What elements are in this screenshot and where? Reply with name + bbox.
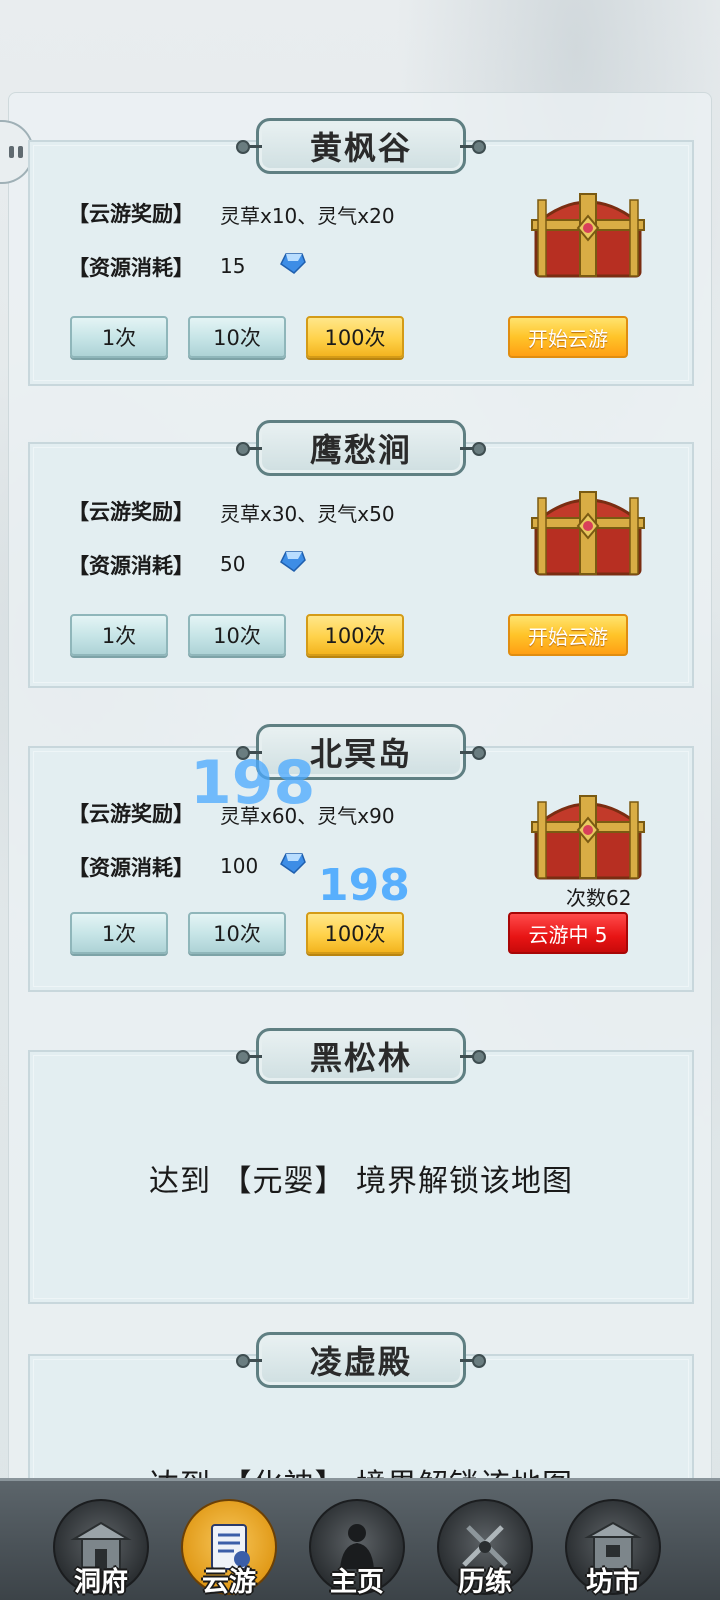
spirit-stone-icon: [280, 253, 306, 274]
start-wander-button[interactable]: 开始云游: [508, 316, 628, 358]
nav-item-fangshi[interactable]: 坊市: [558, 1499, 668, 1600]
nav-item-dongfu[interactable]: 洞府: [46, 1499, 156, 1600]
bottom-navigation: 洞府 云游 主页 历练 坊市: [0, 1478, 720, 1600]
nav-label: 历练: [458, 1567, 512, 1598]
count-1-button[interactable]: 1次: [70, 912, 168, 954]
count-10-button[interactable]: 10次: [188, 614, 286, 656]
cost-label: 【资源消耗】: [68, 256, 194, 280]
nav-label: 坊市: [586, 1567, 640, 1598]
count-100-button[interactable]: 100次: [306, 912, 404, 954]
treasure-chest-icon: [531, 795, 645, 880]
floating-number: 198: [190, 748, 316, 818]
count-10-button[interactable]: 10次: [188, 316, 286, 358]
map-title: 黄枫谷: [309, 129, 412, 167]
map-card-beimingdao: 北冥岛 【云游奖励】 灵草x60、灵气x90 【资源消耗】 100 次数62 1…: [28, 724, 694, 992]
floating-number: 198: [318, 860, 410, 911]
treasure-chest-icon: [531, 193, 645, 278]
reward-label: 【云游奖励】: [68, 202, 194, 226]
count-100-button[interactable]: 100次: [306, 316, 404, 358]
map-card-yingchoujian: 鹰愁涧 【云游奖励】 灵草x30、灵气x50 【资源消耗】 50 1次 10次 …: [28, 420, 694, 688]
spirit-stone-icon: [280, 853, 306, 874]
nav-item-zhuye[interactable]: 主页: [302, 1499, 412, 1600]
map-title: 黑松林: [309, 1039, 412, 1077]
wandering-status-button[interactable]: 云游中 5: [508, 912, 628, 954]
map-title: 凌虚殿: [309, 1343, 412, 1381]
map-title: 北冥岛: [309, 735, 412, 773]
cost-label: 【资源消耗】: [68, 856, 194, 880]
nav-label: 洞府: [74, 1567, 128, 1598]
spirit-stone-icon: [280, 551, 306, 572]
nav-label: 主页: [330, 1567, 384, 1598]
reward-value: 灵草x30、灵气x50: [220, 502, 395, 526]
wander-count-label: 次数62: [566, 886, 632, 910]
count-1-button[interactable]: 1次: [70, 316, 168, 358]
map-card-heisonglin-locked: 黑松林 达到 【元婴】 境界解锁该地图: [28, 1028, 694, 1304]
start-wander-button[interactable]: 开始云游: [508, 614, 628, 656]
reward-value: 灵草x10、灵气x20: [220, 204, 395, 228]
map-title: 鹰愁涧: [309, 431, 412, 469]
count-10-button[interactable]: 10次: [188, 912, 286, 954]
cost-value: 15: [220, 254, 246, 278]
treasure-chest-icon: [531, 491, 645, 576]
unlock-requirement: 达到 【元婴】 境界解锁该地图: [148, 1164, 574, 1199]
map-title-plate: 黑松林: [236, 1028, 486, 1084]
reward-label: 【云游奖励】: [68, 802, 194, 826]
count-100-button[interactable]: 100次: [306, 614, 404, 656]
pause-icon: [9, 146, 23, 158]
cost-label: 【资源消耗】: [68, 554, 194, 578]
reward-label: 【云游奖励】: [68, 500, 194, 524]
cost-value: 50: [220, 552, 246, 576]
map-title-plate: 凌虚殿: [236, 1332, 486, 1388]
map-card-huangfenggu: 黄枫谷 【云游奖励】 灵草x10、灵气x20 【资源消耗】 15 1次 10次 …: [28, 118, 694, 386]
nav-item-yunyou[interactable]: 云游: [174, 1499, 284, 1600]
map-title-plate: 黄枫谷: [236, 118, 486, 174]
cost-value: 100: [220, 854, 259, 878]
nav-label: 云游: [202, 1567, 256, 1598]
count-1-button[interactable]: 1次: [70, 614, 168, 656]
map-title-plate: 鹰愁涧: [236, 420, 486, 476]
nav-item-lilian[interactable]: 历练: [430, 1499, 540, 1600]
